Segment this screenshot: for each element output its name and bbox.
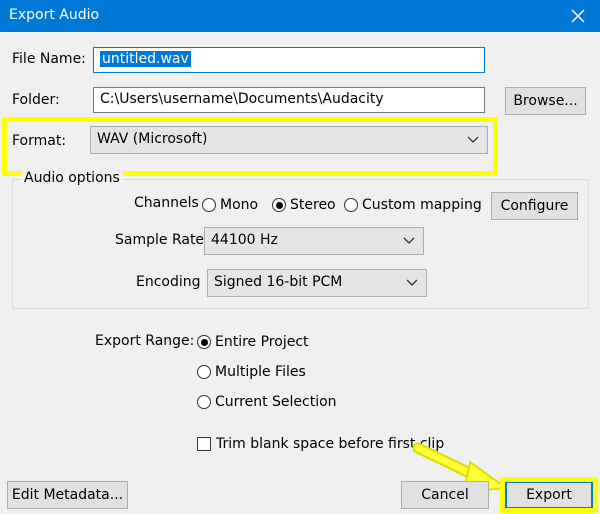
format-highlight bbox=[2, 117, 498, 176]
browse-button[interactable]: Browse... bbox=[505, 87, 586, 115]
title-bar: Export Audio bbox=[0, 0, 600, 32]
range-option-current-selection: Current Selection bbox=[215, 394, 337, 410]
channel-option-stereo: Stereo bbox=[290, 197, 336, 213]
close-button[interactable] bbox=[556, 0, 600, 32]
radio-circle bbox=[197, 335, 211, 349]
radio-circle bbox=[197, 395, 211, 409]
radio-circle bbox=[344, 198, 358, 212]
folder-label: Folder: bbox=[12, 92, 60, 108]
file-name-value: untitled.wav bbox=[100, 51, 191, 67]
trim-blank-checkbox[interactable]: Trim blank space before first clip bbox=[197, 436, 444, 452]
range-radio-entire-project[interactable]: Entire Project bbox=[197, 334, 309, 350]
chevron-down-icon bbox=[403, 237, 415, 244]
sample-rate-label: Sample Rate bbox=[115, 232, 205, 248]
edit-metadata-button[interactable]: Edit Metadata... bbox=[7, 481, 128, 509]
chevron-down-icon bbox=[406, 279, 418, 286]
close-icon bbox=[571, 9, 585, 23]
channel-radio-custom[interactable]: Custom mapping bbox=[344, 197, 482, 213]
export-range-label: Export Range: bbox=[95, 333, 195, 349]
radio-circle bbox=[197, 365, 211, 379]
range-option-entire-project: Entire Project bbox=[215, 334, 309, 350]
range-radio-multiple-files[interactable]: Multiple Files bbox=[197, 364, 306, 380]
sample-rate-value: 44100 Hz bbox=[211, 232, 278, 248]
cancel-button[interactable]: Cancel bbox=[401, 481, 489, 509]
sample-rate-select[interactable]: 44100 Hz bbox=[204, 227, 424, 255]
channel-option-custom: Custom mapping bbox=[362, 197, 482, 213]
encoding-select[interactable]: Signed 16-bit PCM bbox=[207, 269, 427, 297]
radio-dot bbox=[275, 201, 283, 209]
channels-label: Channels bbox=[134, 195, 199, 211]
encoding-value: Signed 16-bit PCM bbox=[214, 274, 343, 290]
file-name-label: File Name: bbox=[12, 51, 86, 67]
configure-button[interactable]: Configure bbox=[491, 192, 578, 220]
folder-value: C:\Users\username\Documents\Audacity bbox=[100, 91, 384, 107]
radio-circle bbox=[272, 198, 286, 212]
radio-dot bbox=[200, 338, 208, 346]
range-radio-current-selection[interactable]: Current Selection bbox=[197, 394, 337, 410]
range-option-multiple-files: Multiple Files bbox=[215, 364, 306, 380]
channel-radio-mono[interactable]: Mono bbox=[202, 197, 258, 213]
folder-input[interactable]: C:\Users\username\Documents\Audacity bbox=[93, 87, 485, 113]
audio-options-caption: Audio options bbox=[21, 170, 123, 186]
radio-circle bbox=[202, 198, 216, 212]
window-title: Export Audio bbox=[9, 7, 100, 23]
file-name-input[interactable]: untitled.wav bbox=[93, 47, 485, 73]
channel-option-mono: Mono bbox=[220, 197, 259, 213]
export-highlight bbox=[500, 477, 598, 513]
checkbox-box bbox=[197, 437, 211, 451]
encoding-label: Encoding bbox=[136, 274, 201, 290]
channel-radio-stereo[interactable]: Stereo bbox=[272, 197, 336, 213]
